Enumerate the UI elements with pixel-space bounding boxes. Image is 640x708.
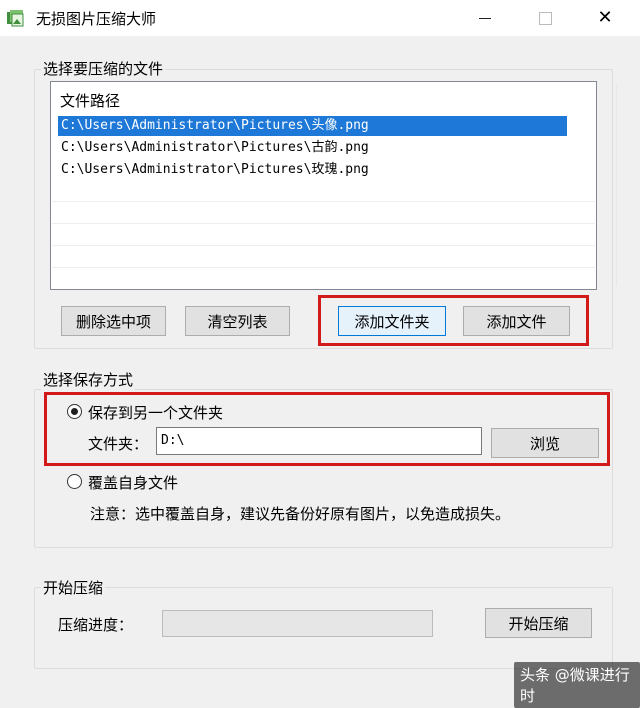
list-item[interactable]: C:\Users\Administrator\Pictures\古韵.png [58,138,567,158]
file-group-label: 选择要压缩的文件 [41,58,166,79]
add-folder-button[interactable]: 添加文件夹 [338,306,446,336]
delete-selected-button[interactable]: 删除选中项 [61,306,166,336]
maximize-button[interactable] [522,0,568,36]
list-column-divider [616,83,617,286]
app-icon [7,10,24,27]
clear-list-button[interactable]: 清空列表 [185,306,290,336]
list-item[interactable]: C:\Users\Administrator\Pictures\头像.png [58,116,567,136]
window-title: 无损图片压缩大师 [36,10,157,28]
list-gridline [52,201,595,202]
overwrite-note: 注意：选中覆盖自身，建议先备份好原有图片，以免造成损失。 [90,505,511,523]
maximize-icon [538,11,552,25]
folder-path-input[interactable]: D:\ [156,427,482,455]
save-other-folder-radio[interactable] [67,404,82,419]
compress-group-label: 开始压缩 [41,577,106,598]
progress-label: 压缩进度： [58,616,134,634]
watermark: 头条 @微课进行时 [514,662,640,708]
file-list[interactable]: 文件路径 C:\Users\Administrator\Pictures\头像.… [50,81,617,290]
minimize-icon [479,17,491,19]
list-gridline [52,223,595,224]
save-other-folder-label[interactable]: 保存到另一个文件夹 [88,402,223,423]
start-compress-button[interactable]: 开始压缩 [485,608,592,638]
folder-label: 文件夹： [88,435,149,453]
close-button[interactable]: ✕ [582,0,628,36]
title-bar: 无损图片压缩大师 ✕ [0,0,640,36]
overwrite-radio[interactable] [67,474,82,489]
compress-progress-bar [162,610,433,637]
close-icon: ✕ [597,7,613,28]
browse-button[interactable]: 浏览 [491,428,599,458]
list-item[interactable]: C:\Users\Administrator\Pictures\玫瑰.png [58,160,567,180]
list-header-file-path[interactable]: 文件路径 [60,90,120,111]
overwrite-label[interactable]: 覆盖自身文件 [88,472,178,493]
list-gridline [52,245,595,246]
minimize-button[interactable] [462,0,508,36]
save-group-label: 选择保存方式 [41,369,136,390]
add-file-button[interactable]: 添加文件 [463,306,570,336]
list-gridline [52,267,595,268]
